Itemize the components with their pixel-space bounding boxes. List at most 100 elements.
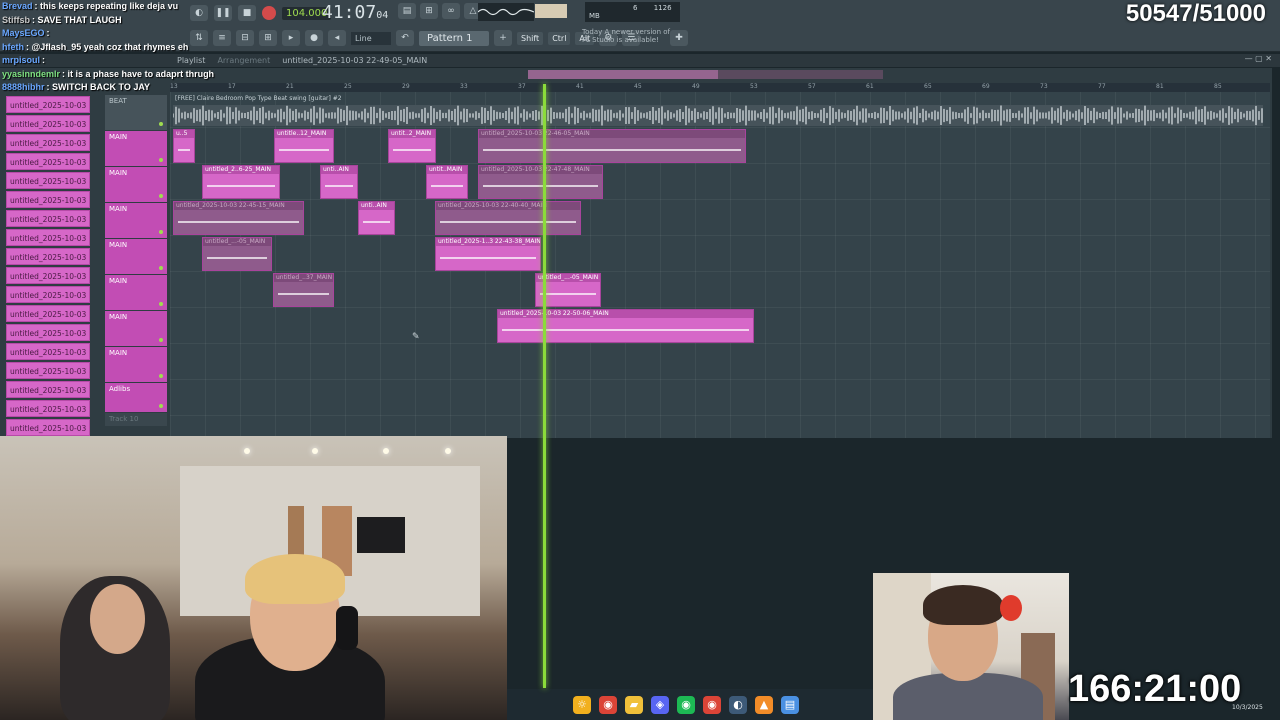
blend-icon[interactable]: ∞ xyxy=(442,3,460,19)
audio-clip[interactable]: untitled_2..6-25_MAIN xyxy=(202,165,280,199)
clip-source-item[interactable]: untitled_2025-10-03 22- xyxy=(6,229,90,246)
audio-clip-waveform xyxy=(174,210,303,234)
audio-clip[interactable]: unti..AIN xyxy=(358,201,395,235)
audio-clip[interactable]: untitled_...-05_MAIN xyxy=(202,237,272,271)
audio-clip[interactable]: u..5 xyxy=(173,129,195,163)
track-active-dot[interactable] xyxy=(159,230,163,234)
volume-meter[interactable] xyxy=(535,4,567,18)
clip-source-item[interactable]: untitled_2025-10-03 22- xyxy=(6,419,90,436)
track-active-dot[interactable] xyxy=(159,194,163,198)
playlist-scrollbar[interactable] xyxy=(528,70,883,79)
ruler-tick: 37 xyxy=(518,83,526,90)
shift-button[interactable]: Shift xyxy=(517,31,544,45)
track-header[interactable]: MAIN xyxy=(105,347,167,383)
ruler-tick: 61 xyxy=(866,83,874,90)
arrangement-name[interactable]: untitled_2025-10-03 22-49-05_MAIN xyxy=(282,56,427,65)
taskbar-date: 10/3/2025 xyxy=(1232,704,1263,711)
playhead[interactable] xyxy=(543,84,546,688)
track-header[interactable]: MAIN xyxy=(105,167,167,203)
mic-icon[interactable]: ● xyxy=(305,30,323,46)
clip-source-item[interactable]: untitled_2025-10-03 22- xyxy=(6,400,90,417)
nav-back-icon[interactable]: ◂ xyxy=(328,30,346,46)
track-header[interactable]: MAIN xyxy=(105,239,167,275)
clip-source-item[interactable]: untitled_2025-10-03 22- xyxy=(6,248,90,265)
track-header[interactable]: MAIN xyxy=(105,203,167,239)
track-header[interactable]: Adlibs xyxy=(105,383,167,413)
clip-source-item[interactable]: untitled_2025-10-03 22- xyxy=(6,153,90,170)
discord-icon[interactable]: ◈ xyxy=(651,695,669,714)
clip-source-item[interactable]: untitled_2025-10-03 22- xyxy=(6,362,90,379)
audio-clip[interactable]: untitled_2025-10-03 22-45-15_MAIN xyxy=(173,201,304,235)
audio-clip[interactable]: untitled_2025-10-03 22-47-48_MAIN xyxy=(478,165,603,199)
audio-clip[interactable]: untitled_2025-1..3 22-43-38_MAIN xyxy=(435,237,541,271)
track-active-dot[interactable] xyxy=(159,404,163,408)
clip-source-item[interactable]: untitled_2025-10-03 22- xyxy=(6,343,90,360)
audio-clip-waveform xyxy=(389,138,435,162)
audio-clip-waveform xyxy=(174,138,194,162)
audio-clip[interactable]: untit..2_MAIN xyxy=(388,129,436,163)
beat-clip-label: [FREE] Claire Bedroom Pop Type Beat swin… xyxy=(175,95,342,102)
clip-source-item[interactable]: untitled_2025-10-03 22- xyxy=(6,134,90,151)
undo-icon[interactable]: ↶ xyxy=(396,30,414,46)
clip-source-item[interactable]: untitled_2025-10-03 22- xyxy=(6,115,90,132)
fl-studio-icon[interactable]: ▲ xyxy=(755,695,773,714)
timeline-ruler[interactable]: 13 17 21 25 29 33 37 41 45 49 53 57 61 65 69 73 77 81 85 xyxy=(170,83,1270,92)
track-active-dot[interactable] xyxy=(159,122,163,126)
track-header[interactable]: MAIN xyxy=(105,131,167,167)
beat-clip[interactable]: [FREE] Claire Bedroom Pop Type Beat swin… xyxy=(173,95,1263,126)
plugin-icon[interactable]: ▸ xyxy=(282,30,300,46)
chrome-icon[interactable]: ◉ xyxy=(599,695,617,714)
chat-message: MaysEGO: xyxy=(2,28,50,38)
track-name: MAIN xyxy=(109,133,128,141)
browser-icon[interactable]: ⊞ xyxy=(259,30,277,46)
audio-clip-waveform xyxy=(275,138,333,162)
audio-clip-label: untitled_2..6-25_MAIN xyxy=(203,166,279,174)
ctrl-button[interactable]: Ctrl xyxy=(548,31,571,45)
step-icon[interactable]: ⊞ xyxy=(420,3,438,19)
scroll-thumb[interactable] xyxy=(528,70,718,79)
audio-clip[interactable]: untitled_..37_MAIN xyxy=(273,273,334,307)
weather-icon[interactable]: ☼ xyxy=(573,695,591,714)
track-active-dot[interactable] xyxy=(159,158,163,162)
clip-source-item[interactable]: untitled_2025-10-03 22- xyxy=(6,96,90,113)
audio-clip[interactable]: untitled_2025-10-03 22-50-06_MAIN xyxy=(497,309,754,343)
folder-icon[interactable]: ▰ xyxy=(625,695,643,714)
record-button[interactable] xyxy=(262,6,276,20)
chat-username: 8888hibhr xyxy=(2,82,45,92)
track-header[interactable]: MAIN xyxy=(105,275,167,311)
spotify-icon[interactable]: ◉ xyxy=(677,695,695,714)
audio-clip[interactable]: untit..MAIN xyxy=(426,165,468,199)
audio-clip[interactable]: untitled_2025-10-03 22-46-05_MAIN xyxy=(478,129,746,163)
pattern-selector[interactable]: Pattern 1 xyxy=(419,30,489,46)
steam-icon[interactable]: ◐ xyxy=(729,695,747,714)
audio-clip[interactable]: unti..AIN xyxy=(320,165,358,199)
chrome2-icon[interactable]: ◉ xyxy=(703,695,721,714)
audio-clip[interactable]: untitled_2025-10-03 22-40-40_MAIN xyxy=(435,201,581,235)
track-active-dot[interactable] xyxy=(159,302,163,306)
track-active-dot[interactable] xyxy=(159,266,163,270)
window-controls[interactable]: — ▢ ✕ xyxy=(1245,54,1272,63)
notepad-icon[interactable]: ▤ xyxy=(781,695,799,714)
track-header[interactable]: BEAT xyxy=(105,95,167,131)
clip-source-item[interactable]: untitled_2025-10-03 22- xyxy=(6,286,90,303)
clip-source-item[interactable]: untitled_2025-10-03 22- xyxy=(6,191,90,208)
audio-clip[interactable]: untitle..12_MAIN xyxy=(274,129,334,163)
clip-source-item[interactable]: untitled_2025-10-03 22- xyxy=(6,267,90,284)
headphones xyxy=(336,606,358,650)
track-active-dot[interactable] xyxy=(159,374,163,378)
clip-source-item[interactable]: untitled_2025-10-03 22- xyxy=(6,305,90,322)
audio-clip-label: untitle..12_MAIN xyxy=(275,130,333,138)
track-active-dot[interactable] xyxy=(159,338,163,342)
keyboard-icon[interactable]: ▤ xyxy=(398,3,416,19)
clip-source-item[interactable]: untitled_2025-10-03 22- xyxy=(6,210,90,227)
audio-clip-waveform xyxy=(359,210,394,234)
clip-source-item[interactable]: untitled_2025-10-03 22- xyxy=(6,381,90,398)
update-icon[interactable]: ✚ xyxy=(670,30,688,46)
clip-source-item[interactable]: untitled_2025-10-03 22- xyxy=(6,324,90,341)
snap-select[interactable]: Line xyxy=(351,31,391,45)
news-panel[interactable]: Today A newer version of FL Studio is av… xyxy=(582,28,672,44)
track-header[interactable]: Track 10 xyxy=(105,413,167,427)
add-pattern-icon[interactable]: + xyxy=(494,30,512,46)
track-header[interactable]: MAIN xyxy=(105,311,167,347)
clip-source-item[interactable]: untitled_2025-10-03 22- xyxy=(6,172,90,189)
